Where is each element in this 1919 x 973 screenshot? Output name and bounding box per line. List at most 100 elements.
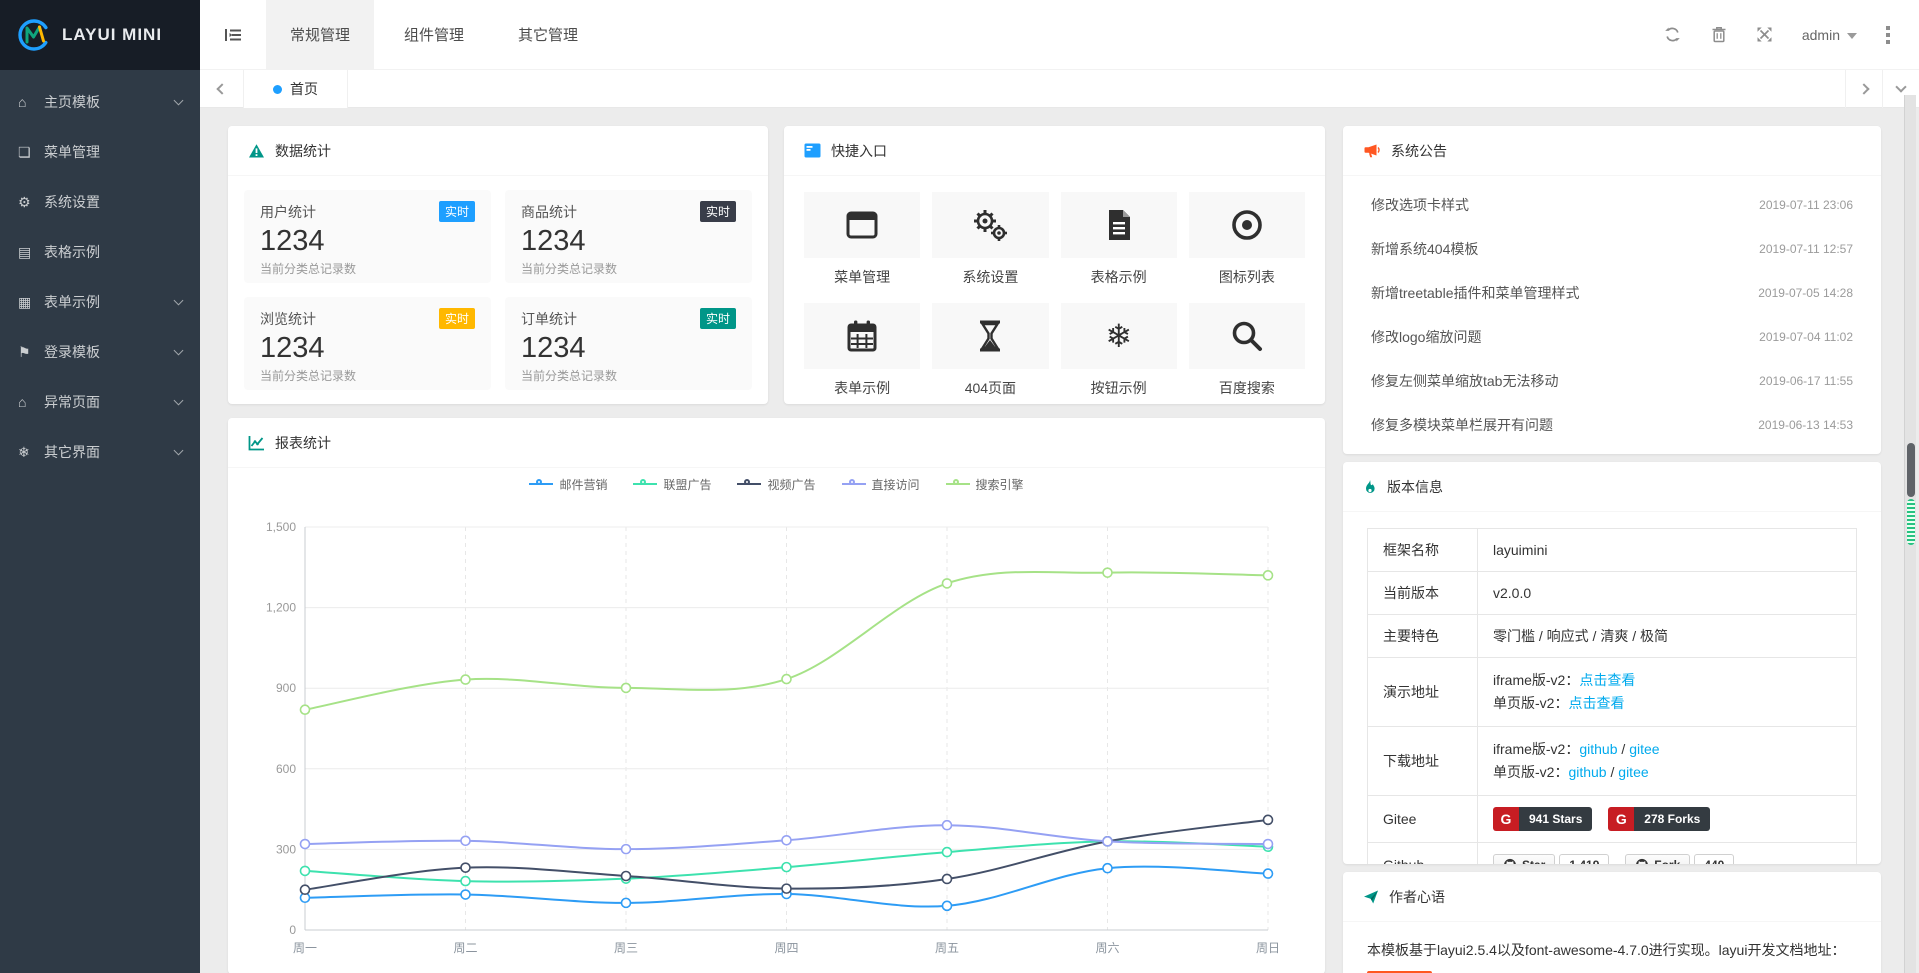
sidebar-item-label: 表单示例 bbox=[44, 292, 100, 312]
sidebar-item-form-examples[interactable]: ▦ 表单示例 bbox=[0, 277, 200, 327]
author-message-card: 作者心语 本模板基于layui2.5.4以及font-awesome-4.7.0… bbox=[1343, 872, 1881, 973]
app-logo[interactable]: LAYUI MINI bbox=[0, 0, 200, 70]
more-menu-button[interactable] bbox=[1871, 0, 1905, 70]
sidebar-item-label: 其它界面 bbox=[44, 442, 100, 462]
hourglass-icon bbox=[972, 318, 1008, 354]
tab-scroll-left-button[interactable] bbox=[200, 70, 244, 108]
nav-tab-components[interactable]: 组件管理 bbox=[380, 0, 488, 69]
sidebar-item-other-ui[interactable]: ❄ 其它界面 bbox=[0, 427, 200, 477]
legend-label: 视频广告 bbox=[767, 476, 815, 493]
demo-iframe-link[interactable]: 点击查看 bbox=[1579, 672, 1635, 688]
refresh-icon bbox=[1664, 26, 1681, 43]
user-dropdown[interactable]: admin bbox=[1788, 0, 1871, 70]
github-fork-button[interactable]: Fork bbox=[1625, 854, 1690, 864]
framework-name-value: layuimini bbox=[1478, 529, 1857, 572]
version-info-card: 版本信息 框架名称 layuimini 当前版本 v2.0.0 主要特色 bbox=[1343, 462, 1881, 864]
menu-toggle-button[interactable] bbox=[200, 0, 266, 69]
gears-icon: ⚙ bbox=[18, 194, 40, 211]
card-title: 作者心语 bbox=[1389, 887, 1445, 907]
svg-text:周六: 周六 bbox=[1095, 941, 1119, 955]
sidebar-item-table-examples[interactable]: ▤ 表格示例 bbox=[0, 227, 200, 277]
snowflake-icon: ❄ bbox=[1105, 320, 1132, 352]
refresh-button[interactable] bbox=[1650, 0, 1696, 70]
chevron-right-icon bbox=[1858, 83, 1869, 94]
card-title: 系统公告 bbox=[1391, 141, 1447, 161]
quick-entry-settings[interactable]: 系统设置 bbox=[932, 192, 1048, 287]
legend-item[interactable]: 直接访问 bbox=[842, 476, 920, 493]
more-vertical-icon bbox=[1886, 26, 1890, 30]
sidebar-item-label: 菜单管理 bbox=[44, 142, 100, 162]
fullscreen-button[interactable] bbox=[1742, 0, 1788, 70]
window-icon: ❏ bbox=[18, 144, 40, 161]
github-icon bbox=[1635, 858, 1649, 864]
svg-text:周二: 周二 bbox=[453, 941, 477, 955]
legend-item[interactable]: 视频广告 bbox=[737, 476, 815, 493]
sidebar-item-label: 登录模板 bbox=[44, 342, 100, 362]
quick-entry-baidu-search[interactable]: 百度搜索 bbox=[1189, 303, 1305, 398]
quick-entry-buttons[interactable]: ❄ 按钮示例 bbox=[1061, 303, 1177, 398]
caret-down-icon bbox=[1847, 33, 1857, 39]
realtime-badge: 实时 bbox=[700, 201, 736, 222]
quick-entry-table[interactable]: 表格示例 bbox=[1061, 192, 1177, 287]
download-gitee-link[interactable]: gitee bbox=[1629, 741, 1659, 757]
sidebar-item-label: 系统设置 bbox=[44, 192, 100, 212]
notice-item[interactable]: 修改选项卡样式2019-07-11 23:06 bbox=[1371, 183, 1853, 227]
gitee-forks-badge[interactable]: G278 Forks bbox=[1608, 807, 1710, 831]
nav-tab-other[interactable]: 其它管理 bbox=[494, 0, 602, 69]
download-github-link[interactable]: github bbox=[1568, 764, 1606, 780]
stat-box-products: 商品统计实时 1234 当前分类总记录数 bbox=[505, 190, 752, 283]
gitee-stars-badge[interactable]: G941 Stars bbox=[1493, 807, 1592, 831]
search-icon bbox=[1229, 318, 1265, 354]
author-text: 本模板基于layui2.5.4以及font-awesome-4.7.0进行实现。… bbox=[1367, 942, 1845, 958]
legend-item[interactable]: 联盟广告 bbox=[633, 476, 711, 493]
sidebar-item-error-pages[interactable]: ⌂ 异常页面 bbox=[0, 377, 200, 427]
tab-label: 首页 bbox=[290, 79, 318, 99]
quick-entry-404[interactable]: 404页面 bbox=[932, 303, 1048, 398]
tab-home[interactable]: 首页 bbox=[244, 70, 348, 108]
sidebar-item-login-templates[interactable]: ⚑ 登录模板 bbox=[0, 327, 200, 377]
github-fork-count[interactable]: 440 bbox=[1694, 854, 1734, 864]
svg-text:周一: 周一 bbox=[293, 941, 317, 955]
quick-entry-form[interactable]: 表单示例 bbox=[804, 303, 920, 398]
notice-item[interactable]: 修改logo缩放问题2019-07-04 11:02 bbox=[1371, 315, 1853, 359]
home-icon: ⌂ bbox=[18, 94, 40, 110]
legend-label: 联盟广告 bbox=[663, 476, 711, 493]
window-icon bbox=[844, 207, 880, 243]
quick-entry-menu[interactable]: 菜单管理 bbox=[804, 192, 920, 287]
sidebar-item-home-templates[interactable]: ⌂ 主页模板 bbox=[0, 77, 200, 127]
notice-item[interactable]: 修复多模块菜单栏展开有问题2019-06-13 14:53 bbox=[1371, 403, 1853, 447]
nav-tab-general[interactable]: 常规管理 bbox=[266, 0, 374, 69]
legend-item[interactable]: 搜索引擎 bbox=[946, 476, 1024, 493]
home-icon: ⌂ bbox=[18, 394, 40, 410]
report-statistics-card: 报表统计 邮件营销联盟广告视频广告直接访问搜索引擎 03006009001,20… bbox=[228, 418, 1325, 973]
logo-icon bbox=[16, 17, 52, 53]
bullhorn-icon bbox=[1363, 143, 1381, 159]
file-icon: ▤ bbox=[18, 244, 40, 261]
clear-cache-button[interactable] bbox=[1696, 0, 1742, 70]
svg-text:周四: 周四 bbox=[774, 941, 798, 955]
demo-spa-link[interactable]: 点击查看 bbox=[1568, 695, 1624, 711]
legend-item[interactable]: 邮件营销 bbox=[529, 476, 607, 493]
sidebar-item-menu-management[interactable]: ❏ 菜单管理 bbox=[0, 127, 200, 177]
github-star-count[interactable]: 1,419 bbox=[1559, 854, 1609, 864]
notice-item[interactable]: 新增系统404模板2019-07-11 12:57 bbox=[1371, 227, 1853, 271]
tab-scroll-right-button[interactable] bbox=[1845, 70, 1882, 108]
notice-item[interactable]: 修复左侧菜单缩放tab无法移动2019-06-17 11:55 bbox=[1371, 359, 1853, 403]
sidebar-item-system-settings[interactable]: ⚙ 系统设置 bbox=[0, 177, 200, 227]
quick-entry-icons[interactable]: 图标列表 bbox=[1189, 192, 1305, 287]
chevron-down-icon bbox=[174, 446, 184, 456]
scrollbar-thumb[interactable] bbox=[1907, 443, 1915, 497]
fire-icon bbox=[1363, 479, 1377, 495]
quick-entry-card: 快捷入口 菜单管理 bbox=[784, 126, 1325, 404]
features-value: 零门槛 / 响应式 / 清爽 / 极简 bbox=[1478, 615, 1857, 658]
gitee-icon: G bbox=[1493, 807, 1519, 831]
download-github-link[interactable]: github bbox=[1579, 741, 1617, 757]
download-gitee-link[interactable]: gitee bbox=[1618, 764, 1648, 780]
github-star-button[interactable]: Star bbox=[1493, 854, 1555, 864]
svg-text:600: 600 bbox=[276, 762, 296, 776]
report-chart: 03006009001,2001,500周一周二周三周四周五周六周日 bbox=[228, 500, 1325, 970]
notice-item[interactable]: 新增treetable插件和菜单管理样式2019-07-05 14:28 bbox=[1371, 271, 1853, 315]
page-scrollbar[interactable] bbox=[1904, 95, 1916, 973]
legend-marker bbox=[633, 483, 657, 485]
realtime-badge: 实时 bbox=[439, 201, 475, 222]
